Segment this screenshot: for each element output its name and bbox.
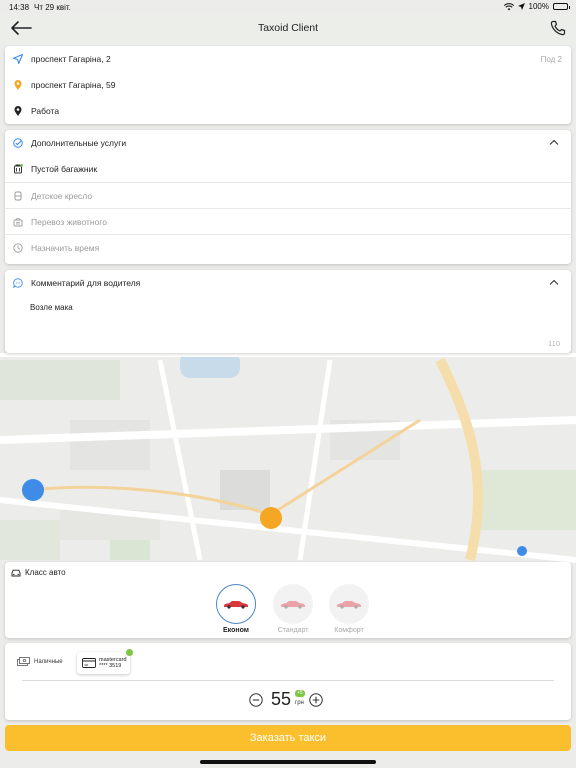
battery-percent: 100%	[528, 2, 549, 11]
route-final-address: Работа	[31, 106, 60, 116]
service-item-child-seat[interactable]: Детское кресло	[5, 182, 571, 208]
home-indicator	[200, 760, 376, 764]
service-label: Детское кресло	[31, 190, 93, 201]
service-item-schedule-time[interactable]: Назначить время	[5, 234, 571, 260]
route-card: проспект Гагаріна, 2 Под 2 проспект Гага…	[5, 46, 571, 124]
child-seat-icon	[14, 191, 22, 200]
credit-card-icon	[82, 658, 96, 668]
chevron-up-icon[interactable]	[549, 279, 559, 285]
pin-icon	[14, 80, 22, 90]
additional-services-card: Дополнительные услуги Пустой багажник Де…	[5, 130, 571, 264]
driver-comment-card: Комментарий для водителя Возле мака 110	[5, 270, 571, 353]
car-option-circle	[216, 584, 256, 624]
price-value: 55	[271, 689, 292, 709]
car-option-standard[interactable]: Стандарт	[271, 584, 315, 634]
chevron-up-icon[interactable]	[549, 139, 559, 145]
car-class-card: Класс авто Економ Стандарт Комфорт	[5, 562, 571, 638]
route-pickup-address: проспект Гагаріна, 2	[31, 54, 111, 64]
page-title: Taxoid Client	[257, 22, 319, 34]
service-item-pet[interactable]: Перевоз животного	[5, 208, 571, 234]
plus-circle-icon[interactable]	[309, 693, 323, 707]
top-navigation-bar: Taxoid Client	[0, 14, 576, 42]
car-option-economy[interactable]: Економ	[214, 584, 258, 634]
service-item-luggage[interactable]: Пустой багажник	[5, 156, 571, 182]
phone-icon[interactable]	[550, 20, 566, 36]
chat-bubble-icon	[13, 278, 23, 288]
car-option-label: Стандарт	[277, 627, 309, 634]
car-option-circle	[273, 584, 313, 624]
battery-icon	[553, 3, 570, 10]
price-bonus-badge: +5	[295, 690, 305, 697]
service-label: Назначить время	[31, 242, 100, 253]
services-title: Дополнительные услуги	[31, 138, 127, 148]
route-entrance: Под 2	[540, 54, 562, 64]
minus-circle-icon[interactable]	[249, 693, 263, 707]
payment-cash-option[interactable]: Наличные	[17, 657, 63, 666]
route-destination-row[interactable]: проспект Гагаріна, 59	[5, 72, 571, 98]
car-icon	[11, 569, 21, 577]
pet-icon	[13, 217, 23, 226]
comment-header[interactable]: Комментарий для водителя	[5, 270, 571, 296]
route-final-row[interactable]: Работа	[5, 98, 571, 124]
luggage-icon	[14, 164, 23, 174]
location-arrow-icon	[517, 3, 525, 10]
car-class-title: Класс авто	[25, 568, 66, 577]
payment-card-option[interactable]: mastercard **** 3519	[77, 649, 133, 674]
car-option-label: Комфорт	[334, 627, 364, 634]
pin-icon	[14, 106, 22, 116]
services-header[interactable]: Дополнительные услуги	[5, 130, 571, 156]
divider	[22, 680, 554, 681]
car-option-comfort[interactable]: Комфорт	[327, 584, 371, 634]
navigation-arrow-icon	[13, 54, 23, 64]
price-stepper: 55 +5 грн	[5, 689, 571, 709]
status-time: 14:38	[9, 3, 30, 12]
service-label: Перевоз животного	[31, 216, 107, 227]
service-label: Пустой багажник	[31, 164, 98, 174]
car-pink-icon	[337, 601, 361, 609]
selected-check-icon	[126, 649, 133, 656]
clock-icon	[13, 242, 23, 253]
comment-title: Комментарий для водителя	[31, 278, 141, 288]
route-destination-address: проспект Гагаріна, 59	[31, 80, 116, 90]
status-bar: 14:38 Чт 29 квіт. 100%	[0, 0, 576, 14]
car-option-circle	[329, 584, 369, 624]
route-pickup-row[interactable]: проспект Гагаріна, 2 Под 2	[5, 46, 571, 72]
check-circle-icon	[13, 138, 23, 148]
comment-char-counter: 110	[548, 339, 560, 348]
status-indicators: 100%	[503, 2, 570, 11]
payment-card: Наличные mastercard **** 3519 55 +5 грн	[5, 643, 571, 720]
wifi-icon	[503, 2, 514, 10]
car-pink-icon	[281, 601, 305, 609]
order-taxi-button[interactable]: Заказать такси	[5, 725, 571, 751]
car-red-icon	[224, 601, 248, 609]
status-date: Чт 29 квіт.	[34, 3, 71, 12]
car-option-label: Економ	[223, 627, 249, 634]
card-number: **** 3519	[99, 663, 122, 669]
cash-label: Наличные	[34, 658, 63, 665]
price-currency: грн	[295, 700, 304, 706]
cash-icon	[17, 657, 30, 666]
comment-textarea[interactable]: Возле мака	[30, 303, 73, 312]
